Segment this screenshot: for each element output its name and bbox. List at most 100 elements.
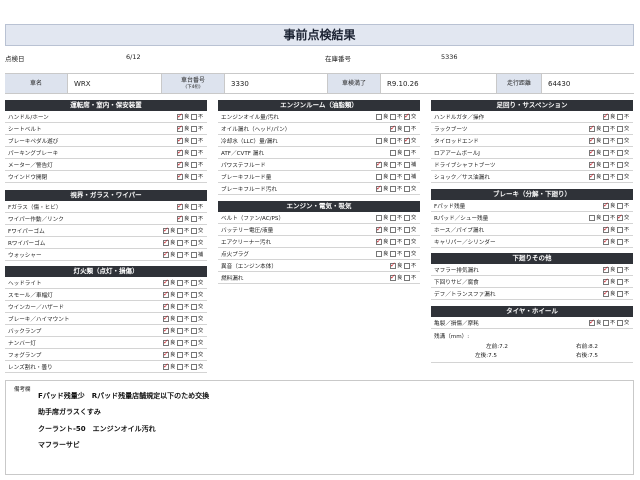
checkbox-good[interactable] bbox=[603, 265, 609, 273]
checkbox-replace[interactable] bbox=[617, 319, 623, 326]
checkbox-replace[interactable] bbox=[617, 149, 623, 156]
checkbox-replace[interactable] bbox=[191, 291, 197, 298]
checkbox-bad[interactable] bbox=[191, 161, 197, 168]
checkbox-bad[interactable] bbox=[191, 173, 197, 180]
checkbox-bad[interactable] bbox=[177, 315, 183, 322]
checkbox-good[interactable] bbox=[376, 184, 382, 192]
checkbox-good[interactable] bbox=[390, 261, 396, 269]
checkbox-bad[interactable] bbox=[177, 363, 183, 370]
checkbox-replace[interactable] bbox=[191, 327, 197, 334]
checkbox-replace[interactable] bbox=[404, 112, 410, 120]
checkbox-replace[interactable] bbox=[404, 136, 410, 144]
checkbox-good[interactable] bbox=[163, 238, 169, 246]
checkbox-bad[interactable] bbox=[617, 266, 623, 273]
checkbox-bad[interactable] bbox=[603, 319, 609, 326]
checkbox-replace[interactable] bbox=[404, 185, 410, 192]
checkbox-good[interactable] bbox=[177, 172, 183, 180]
checkbox-bad[interactable] bbox=[177, 303, 183, 310]
checkbox-bad[interactable] bbox=[177, 239, 183, 246]
checkbox-bad[interactable] bbox=[177, 291, 183, 298]
checkbox-bad[interactable] bbox=[404, 262, 410, 269]
checkbox-good[interactable] bbox=[589, 136, 595, 144]
checkbox-good[interactable] bbox=[376, 237, 382, 245]
checkbox-good[interactable] bbox=[177, 148, 183, 156]
checkbox-bad[interactable] bbox=[191, 149, 197, 156]
checkbox-good[interactable] bbox=[376, 250, 382, 257]
checkbox-good[interactable] bbox=[589, 124, 595, 132]
checkbox-replace[interactable] bbox=[617, 125, 623, 132]
checkbox-good[interactable] bbox=[163, 350, 169, 358]
checkbox-good[interactable] bbox=[603, 237, 609, 245]
checkbox-good[interactable] bbox=[177, 136, 183, 144]
checkbox-fill[interactable] bbox=[191, 251, 197, 258]
checkbox-good[interactable] bbox=[163, 362, 169, 370]
checkbox-good[interactable] bbox=[376, 214, 382, 221]
checkbox-good[interactable] bbox=[163, 226, 169, 234]
checkbox-good[interactable] bbox=[589, 214, 595, 221]
checkbox-good[interactable] bbox=[390, 124, 396, 132]
checkbox-bad[interactable] bbox=[177, 227, 183, 234]
checkbox-good[interactable] bbox=[390, 273, 396, 281]
checkbox-good[interactable] bbox=[603, 201, 609, 209]
checkbox-bad[interactable] bbox=[177, 251, 183, 258]
checkbox-good[interactable] bbox=[177, 112, 183, 120]
checkbox-replace[interactable] bbox=[617, 213, 623, 221]
checkbox-good[interactable] bbox=[589, 172, 595, 180]
checkbox-replace[interactable] bbox=[191, 351, 197, 358]
checkbox-fill[interactable] bbox=[404, 173, 410, 180]
checkbox-good[interactable] bbox=[589, 318, 595, 326]
checkbox-replace[interactable] bbox=[191, 315, 197, 322]
checkbox-bad[interactable] bbox=[617, 202, 623, 209]
checkbox-good[interactable] bbox=[376, 137, 382, 144]
checkbox-replace[interactable] bbox=[191, 279, 197, 286]
checkbox-bad[interactable] bbox=[390, 185, 396, 192]
checkbox-bad[interactable] bbox=[177, 279, 183, 286]
checkbox-replace[interactable] bbox=[191, 227, 197, 234]
checkbox-replace[interactable] bbox=[617, 137, 623, 144]
checkbox-bad[interactable] bbox=[390, 161, 396, 168]
checkbox-bad[interactable] bbox=[617, 290, 623, 297]
checkbox-good[interactable] bbox=[177, 214, 183, 222]
checkbox-good[interactable] bbox=[376, 225, 382, 233]
checkbox-replace[interactable] bbox=[404, 226, 410, 233]
checkbox-good[interactable] bbox=[177, 160, 183, 168]
checkbox-replace[interactable] bbox=[404, 238, 410, 245]
checkbox-good[interactable] bbox=[589, 148, 595, 156]
checkbox-good[interactable] bbox=[603, 225, 609, 233]
checkbox-bad[interactable] bbox=[177, 351, 183, 358]
checkbox-replace[interactable] bbox=[191, 239, 197, 246]
checkbox-bad[interactable] bbox=[617, 278, 623, 285]
checkbox-bad[interactable] bbox=[191, 137, 197, 144]
checkbox-good[interactable] bbox=[163, 326, 169, 334]
checkbox-bad[interactable] bbox=[390, 214, 396, 221]
checkbox-good[interactable] bbox=[163, 338, 169, 346]
checkbox-bad[interactable] bbox=[603, 125, 609, 132]
checkbox-bad[interactable] bbox=[404, 149, 410, 156]
checkbox-bad[interactable] bbox=[390, 238, 396, 245]
checkbox-good[interactable] bbox=[163, 278, 169, 286]
checkbox-replace[interactable] bbox=[404, 214, 410, 221]
checkbox-fill[interactable] bbox=[404, 161, 410, 168]
checkbox-good[interactable] bbox=[177, 124, 183, 132]
checkbox-good[interactable] bbox=[376, 160, 382, 168]
checkbox-good[interactable] bbox=[603, 277, 609, 285]
checkbox-bad[interactable] bbox=[617, 113, 623, 120]
checkbox-bad[interactable] bbox=[404, 274, 410, 281]
checkbox-replace[interactable] bbox=[191, 303, 197, 310]
checkbox-bad[interactable] bbox=[603, 149, 609, 156]
checkbox-bad[interactable] bbox=[603, 214, 609, 221]
checkbox-good[interactable] bbox=[376, 113, 382, 120]
checkbox-bad[interactable] bbox=[390, 173, 396, 180]
checkbox-replace[interactable] bbox=[404, 250, 410, 257]
checkbox-replace[interactable] bbox=[191, 339, 197, 346]
checkbox-good[interactable] bbox=[376, 173, 382, 180]
checkbox-good[interactable] bbox=[163, 302, 169, 310]
checkbox-bad[interactable] bbox=[390, 250, 396, 257]
checkbox-bad[interactable] bbox=[177, 327, 183, 334]
checkbox-bad[interactable] bbox=[603, 173, 609, 180]
checkbox-bad[interactable] bbox=[390, 137, 396, 144]
checkbox-bad[interactable] bbox=[177, 339, 183, 346]
checkbox-bad[interactable] bbox=[390, 226, 396, 233]
checkbox-replace[interactable] bbox=[617, 161, 623, 168]
checkbox-bad[interactable] bbox=[191, 125, 197, 132]
